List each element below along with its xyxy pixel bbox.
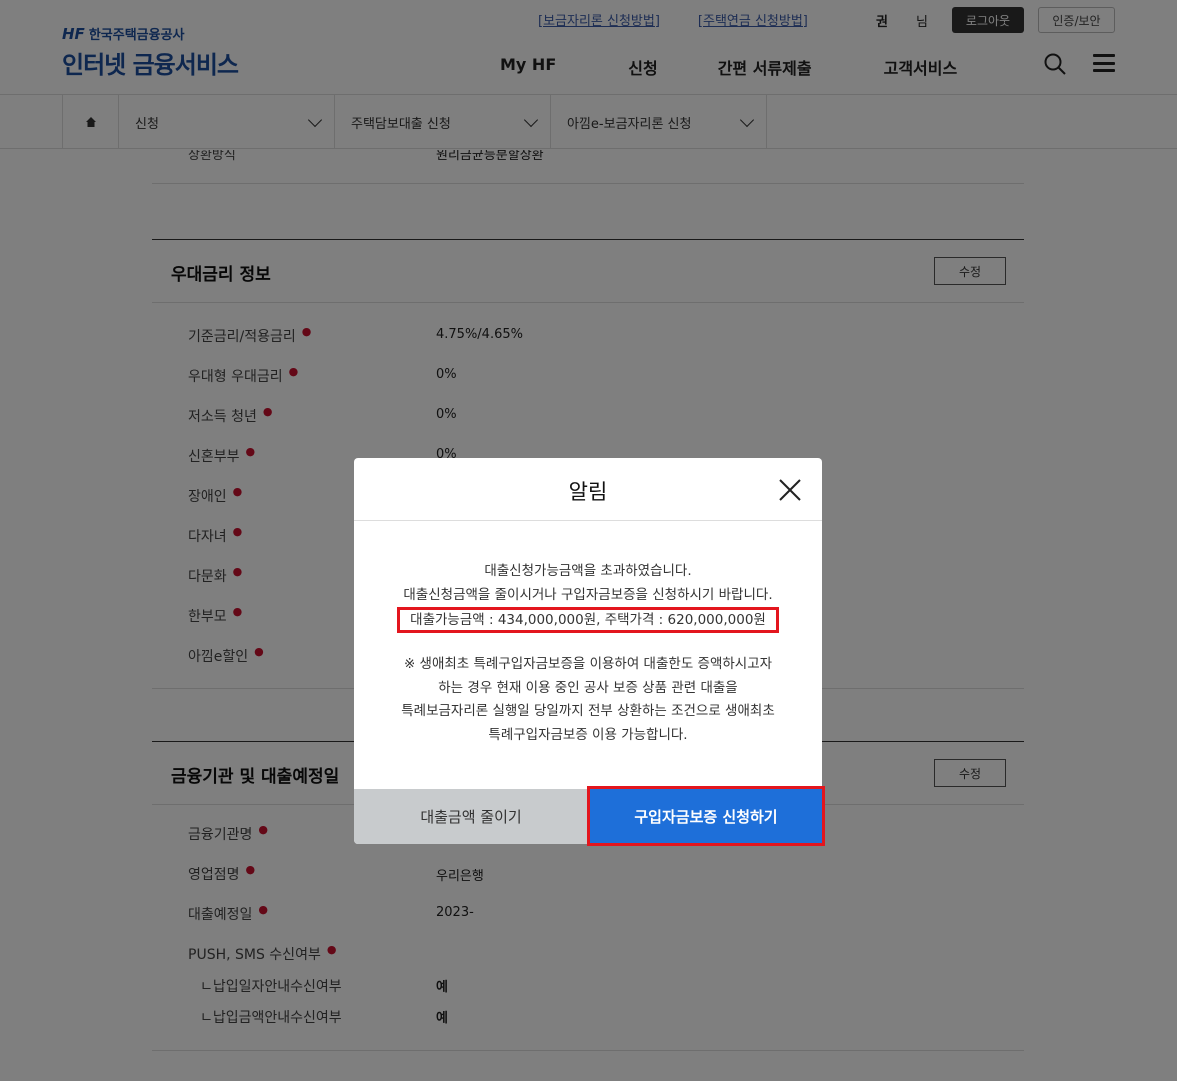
modal-header: 알림 [354, 458, 822, 521]
message-line: 대출신청금액을 줄이시거나 구입자금보증을 신청하시기 바랍니다. [403, 586, 773, 603]
notice-text: ※ 생애최초 특례구입자금보증을 이용하여 대출한도 증액하시고자 하는 경우 … [354, 653, 822, 747]
message-line: 대출신청가능금액을 초과하였습니다. [484, 563, 692, 579]
reduce-loan-amount-button[interactable]: 대출금액 줄이기 [354, 789, 588, 844]
notice-line: ※ 생애최초 특례구입자금보증을 이용하여 대출한도 증액하시고자 [403, 656, 773, 672]
close-icon[interactable] [778, 478, 802, 502]
loan-limit-highlight: 대출가능금액 : 434,000,000원, 주택가격 : 620,000,00… [397, 607, 779, 633]
apply-guarantee-highlight: 구입자금보증 신청하기 [587, 786, 825, 846]
modal-footer: 대출금액 줄이기 구입자금보증 신청하기 [354, 786, 825, 846]
notice-line: 하는 경우 현재 이용 중인 공사 보증 상품 관련 대출을 [438, 679, 738, 696]
modal-title: 알림 [568, 480, 608, 504]
apply-purchase-guarantee-button[interactable]: 구입자금보증 신청하기 [590, 789, 822, 843]
alert-modal: 알림 대출신청가능금액을 초과하였습니다. 대출신청금액을 줄이시거나 구입자금… [354, 458, 825, 846]
modal-body: 대출신청가능금액을 초과하였습니다. 대출신청금액을 줄이시거나 구입자금보증을… [354, 521, 822, 747]
notice-line: 특례구입자금보증 이용 가능합니다. [488, 726, 688, 743]
notice-line: 특례보금자리론 실행일 당일까지 전부 상환하는 조건으로 생애최초 [401, 703, 775, 719]
